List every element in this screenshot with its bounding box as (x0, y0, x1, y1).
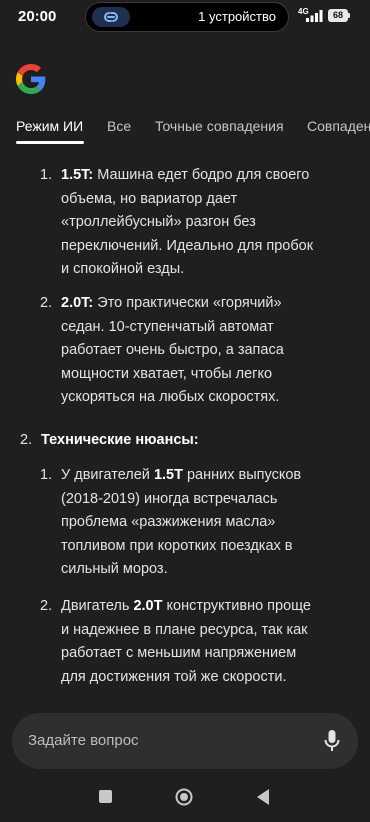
battery-icon: 68 (328, 9, 348, 22)
status-bar: 20:00 1 устройство 4G 68 (0, 0, 370, 36)
text-line: седан. 10-ступенчатый автомат (61, 318, 274, 335)
list-number: 2. (40, 295, 53, 311)
text-line: Двигатель (61, 598, 134, 614)
signal-icon (306, 10, 323, 22)
engine-label: 1.5T (153, 467, 183, 483)
tab-ai-mode[interactable]: Режим ИИ (16, 118, 83, 134)
tab-exact-matches[interactable]: Точные совпадения (155, 118, 284, 134)
status-time: 20:00 (18, 8, 57, 25)
list-item-text: 1.5T: Машина едет бодро для своего объем… (61, 164, 313, 282)
mic-icon[interactable] (324, 729, 340, 753)
home-icon[interactable] (175, 788, 193, 806)
list-number: 1. (40, 467, 53, 483)
ask-question-bar[interactable]: Задайте вопрос (12, 713, 358, 769)
text-line: и надежнее в плане ресурса, так как (61, 621, 308, 638)
text-line: мощности хватает, чтобы легко (61, 365, 273, 382)
text-line: ускоряться на любых скоростях. (61, 389, 280, 405)
engine-label: 2.0T: (61, 295, 94, 311)
text-line: работает очень быстро, а запаса (61, 342, 284, 358)
active-tab-indicator (16, 141, 84, 144)
text-line: ранних выпусков (182, 467, 302, 483)
search-tabs: Режим ИИ Все Точные совпадения Совпаден (0, 108, 370, 144)
list-item-text: У двигателей 1.5T ранних выпусков (2018-… (61, 464, 301, 582)
text-line: «троллейбусный» разгон без (61, 214, 256, 230)
battery-cap (348, 13, 350, 18)
section-title: Технические нюансы: (41, 432, 199, 448)
tab-matches-partial[interactable]: Совпаден (307, 118, 370, 134)
list-number: 1. (40, 167, 53, 183)
text-line: работает с меньшим напряжением (61, 645, 297, 661)
text-line: для достижения той же скорости. (61, 668, 287, 685)
text-line: сильный мороз. (61, 561, 168, 577)
text-line: переключений. Идеально для пробок (61, 237, 314, 254)
text-line: конструктивно проще (162, 598, 311, 614)
text-line: Машина едет бодро для своего (93, 167, 310, 183)
list-item-text: Двигатель 2.0T конструктивно проще и над… (61, 595, 311, 689)
back-icon[interactable] (256, 788, 270, 806)
text-line: проблема «разжижения масла» (61, 514, 276, 530)
engine-label: 1.5T: (61, 167, 94, 183)
recent-apps-icon[interactable] (99, 790, 112, 803)
text-line: объема, но вариатор дает (61, 190, 238, 207)
text-line: и спокойной езды. (61, 261, 185, 277)
link-icon (92, 7, 130, 27)
tab-all[interactable]: Все (107, 118, 131, 134)
text-line: У двигателей (61, 467, 154, 483)
google-logo[interactable] (16, 64, 46, 94)
list-item-text: 2.0T: Это практически «горячий» седан. 1… (61, 292, 284, 410)
text-line: топливом при коротких поездках в (61, 537, 293, 554)
text-line: Это практически «горячий» (93, 295, 282, 311)
dynamic-island[interactable]: 1 устройство (85, 2, 289, 32)
list-number: 2. (20, 432, 33, 448)
list-number: 2. (40, 598, 53, 614)
ask-question-input[interactable]: Задайте вопрос (28, 732, 139, 749)
text-line: (2018-2019) иногда встречалась (61, 490, 278, 507)
devices-count: 1 устройство (198, 9, 276, 24)
engine-label: 2.0T (133, 598, 163, 614)
